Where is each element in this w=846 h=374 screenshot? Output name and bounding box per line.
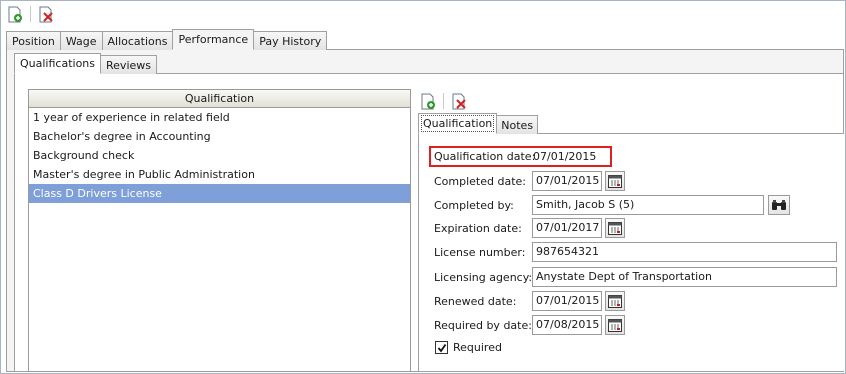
licensing-agency-field[interactable]: Anystate Dept of Transportation	[532, 267, 837, 287]
required-by-date-calendar-button[interactable]	[605, 315, 625, 335]
required-by-date-field[interactable]: 07/08/2015	[532, 315, 602, 335]
add-qualification-button[interactable]	[418, 91, 438, 111]
completed-date-calendar-button[interactable]	[605, 171, 625, 191]
renewed-date-label: Renewed date:	[434, 295, 517, 308]
qualification-date-value: 07/01/2015	[533, 150, 597, 163]
main-toolbar	[1, 1, 844, 27]
tab-performance[interactable]: Performance	[172, 29, 255, 50]
toolbar-separator	[443, 93, 444, 109]
list-item[interactable]: Background check	[29, 146, 410, 165]
delete-record-button[interactable]	[36, 4, 56, 24]
add-document-icon	[421, 93, 435, 109]
calendar-icon	[608, 318, 622, 332]
calendar-icon	[608, 294, 622, 308]
calendar-icon	[608, 174, 622, 188]
completed-by-label: Completed by:	[434, 199, 514, 212]
list-item[interactable]: Master's degree in Public Administration	[29, 165, 410, 184]
tab-position[interactable]: Position	[6, 31, 61, 50]
add-record-button[interactable]	[5, 4, 25, 24]
expiration-date-calendar-button[interactable]	[605, 218, 625, 238]
renewed-date-calendar-button[interactable]	[605, 291, 625, 311]
binoculars-icon	[772, 200, 786, 210]
required-checkbox[interactable]	[435, 341, 448, 354]
list-item[interactable]: 1 year of experience in related field	[29, 108, 410, 127]
delete-document-icon	[452, 93, 466, 109]
delete-qualification-button[interactable]	[449, 91, 469, 111]
sub-tabs: Qualifications Reviews	[14, 53, 157, 74]
tab-allocations[interactable]: Allocations	[101, 31, 174, 50]
detail-tabs: Qualification Notes	[418, 113, 539, 134]
license-number-field[interactable]: 987654321	[532, 242, 837, 262]
expiration-date-label: Expiration date:	[434, 222, 522, 235]
completed-date-field[interactable]: 07/01/2015	[532, 171, 602, 191]
list-item-selected[interactable]: Class D Drivers License	[29, 184, 410, 203]
tab-pay-history[interactable]: Pay History	[253, 31, 328, 50]
tab-qualifications[interactable]: Qualifications	[14, 53, 102, 74]
licensing-agency-label: Licensing agency:	[434, 271, 533, 284]
checkmark-icon	[437, 343, 446, 352]
expiration-date-field[interactable]: 07/01/2017	[532, 218, 602, 238]
lookup-button[interactable]	[768, 195, 790, 215]
tab-qualification[interactable]: Qualification	[418, 113, 498, 134]
required-label: Required	[453, 341, 502, 354]
qualification-date-label: Qualification date:	[434, 150, 536, 163]
renewed-date-field[interactable]: 07/01/2015	[532, 291, 602, 311]
required-by-date-label: Required by date:	[434, 319, 532, 332]
license-number-label: License number:	[434, 246, 526, 259]
add-document-icon	[8, 6, 22, 22]
qualification-list: Qualification 1 year of experience in re…	[28, 89, 411, 372]
delete-document-icon	[39, 6, 53, 22]
calendar-icon	[608, 221, 622, 235]
list-item[interactable]: Bachelor's degree in Accounting	[29, 127, 410, 146]
qualification-column-header[interactable]: Qualification	[29, 90, 410, 108]
detail-toolbar	[418, 90, 469, 112]
tab-reviews[interactable]: Reviews	[100, 55, 157, 74]
main-tabs: Position Wage Allocations Performance Pa…	[6, 29, 328, 50]
tab-notes[interactable]: Notes	[496, 115, 539, 134]
tab-wage[interactable]: Wage	[59, 31, 103, 50]
completed-date-label: Completed date:	[434, 175, 527, 188]
tab-qualification-label: Qualification	[420, 115, 495, 132]
completed-by-field[interactable]: Smith, Jacob S (5)	[532, 195, 764, 215]
toolbar-separator	[30, 6, 31, 22]
